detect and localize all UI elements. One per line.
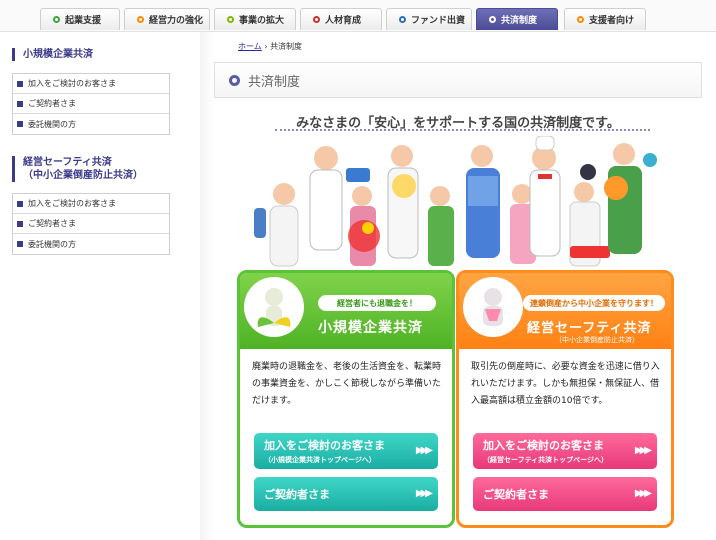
breadcrumb: ホーム › 共済制度 xyxy=(238,41,302,52)
sidebar-item-label: 加入をご検討のお客さま xyxy=(28,79,116,88)
bullet-square-icon xyxy=(17,241,23,247)
sidebar-item-label: 委託機関の方 xyxy=(28,239,76,249)
card-title: 小規模企業共済 xyxy=(318,320,423,336)
sidebar-rail xyxy=(200,32,214,540)
sidebar-list-safety: 加入をご検討のお客さま ご契約者さま 委託機関の方 xyxy=(12,193,170,255)
card-title: 経営セーフティ共済 xyxy=(527,321,652,336)
tab-jigyo-kakudai[interactable]: 事業の拡大 xyxy=(214,8,296,30)
tab-label: 人材育成 xyxy=(325,16,362,26)
card-description: 取引先の倒産時に、必要な資金を迅速に借り入れいただけます。しかも無担保・無保証人… xyxy=(471,362,660,406)
tagline-underline xyxy=(275,129,650,131)
sidebar-heading-sublabel: （中小企業倒産防止共済） xyxy=(23,170,143,181)
bullet-square-icon xyxy=(17,100,23,107)
button-label: ご契約者さま xyxy=(483,488,549,501)
worker-figure xyxy=(569,164,610,267)
tab-dot-icon xyxy=(313,16,320,23)
button-sublabel: （経営セーフティ共済トップページへ） xyxy=(483,456,609,464)
card-subtitle: （中小企業倒産防止共済） xyxy=(555,336,639,344)
card-header[interactable]: 連鎖倒産から中小企業を守ります！ 経営セーフティ共済 （中小企業倒産防止共済） xyxy=(459,273,671,349)
breadcrumb-separator: › xyxy=(264,42,268,51)
card-pill-label: 経営者にも退職金を！ xyxy=(318,295,436,311)
card-description: 廃業時の退職金を、老後の生活資金を、転業時の事業資金を、かしこく節税しながら準備… xyxy=(252,362,442,406)
sidebar-item-itaku[interactable]: 委託機関の方 xyxy=(13,234,169,254)
sidebar-item-label: 委託機関の方 xyxy=(28,119,76,129)
mascot-with-bib-icon xyxy=(463,277,523,337)
join-inquiry-button[interactable]: 加入をご検討のお客さま （小規模企業共済トップページへ） ▶▶▶ xyxy=(254,433,438,469)
sidebar-item-kanyu[interactable]: 加入をご検討のお客さま xyxy=(13,74,169,94)
tab-dot-icon xyxy=(577,16,584,23)
contractor-button[interactable]: ご契約者さま ▶▶▶ xyxy=(254,477,438,511)
top-navigation: 起業支援 経営力の強化 事業の拡大 人材育成 ファンド出資 共済制度 支援者向け xyxy=(0,0,716,32)
sidebar-item-keiyakusha[interactable]: ご契約者さま xyxy=(13,94,169,114)
tab-shiensha-muke[interactable]: 支援者向け xyxy=(564,8,646,30)
tab-jinzai-ikusei[interactable]: 人材育成 xyxy=(300,8,382,30)
tab-label: 支援者向け xyxy=(589,16,635,26)
tab-label: 事業の拡大 xyxy=(239,16,285,26)
sidebar-item-kanyu[interactable]: 加入をご検討のお客さま xyxy=(13,194,169,214)
contractor-button[interactable]: ご契約者さま ▶▶▶ xyxy=(473,477,657,511)
tab-fund-shusshi[interactable]: ファンド出資 xyxy=(386,8,472,30)
tab-dot-icon xyxy=(399,16,406,23)
tab-label: 経営力の強化 xyxy=(149,16,204,26)
card-shokibo-kyosai: 経営者にも退職金を！ 小規模企業共済 廃業時の退職金を、老後の生活資金を、転業時… xyxy=(237,270,455,528)
card-pill-label: 連鎖倒産から中小企業を守ります！ xyxy=(523,295,665,311)
join-inquiry-button[interactable]: 加入をご検討のお客さま （経営セーフティ共済トップページへ） ▶▶▶ xyxy=(473,433,657,469)
tab-dot-icon xyxy=(53,16,60,23)
bullet-square-icon xyxy=(17,200,23,207)
worker-figure xyxy=(529,136,561,257)
sidebar-item-keiyakusha[interactable]: ご契約者さま xyxy=(13,214,169,234)
sidebar-item-label: ご契約者さま xyxy=(28,99,76,108)
breadcrumb-current: 共済制度 xyxy=(270,42,303,51)
sidebar-heading-label: 小規模企業共済 xyxy=(23,49,93,60)
bullet-square-icon xyxy=(17,121,23,127)
bullet-square-icon xyxy=(17,80,23,87)
tab-dot-icon xyxy=(489,16,496,23)
breadcrumb-home-link[interactable]: ホーム xyxy=(238,42,262,51)
tab-label: ファンド出資 xyxy=(411,16,466,26)
page-title: 共済制度 xyxy=(248,74,301,90)
button-label: 加入をご検討のお客さま xyxy=(483,439,604,452)
tab-dot-icon xyxy=(137,16,144,23)
worker-figure xyxy=(387,145,419,259)
button-label: 加入をご検討のお客さま xyxy=(264,439,385,452)
sidebar-item-label: ご契約者さま xyxy=(28,219,76,228)
triple-arrow-icon: ▶▶▶ xyxy=(415,488,433,499)
ring-bullet-icon xyxy=(229,74,240,86)
card-keiei-safety-kyosai: 連鎖倒産から中小企業を守ります！ 経営セーフティ共済 （中小企業倒産防止共済） … xyxy=(456,270,674,528)
worker-figure xyxy=(466,145,500,258)
card-header[interactable]: 経営者にも退職金を！ 小規模企業共済 xyxy=(240,273,452,349)
worker-figure xyxy=(604,143,657,254)
sidebar: 小規模企業共済 加入をご検討のお客さま ご契約者さま 委託機関の方 経営セーフテ… xyxy=(0,32,214,540)
worker-figure xyxy=(428,186,454,266)
sidebar-heading-shokibo[interactable]: 小規模企業共済 xyxy=(12,48,170,61)
tab-label: 共済制度 xyxy=(501,16,538,26)
button-label: ご契約者さま xyxy=(264,488,330,501)
bullet-square-icon xyxy=(17,220,23,227)
sprout-mascot-icon xyxy=(244,277,304,337)
tab-dot-icon xyxy=(227,16,234,23)
sidebar-heading-label: 経営セーフティ共済 xyxy=(23,157,112,168)
sidebar-item-itaku[interactable]: 委託機関の方 xyxy=(13,114,169,134)
worker-figure xyxy=(254,183,299,267)
triple-arrow-icon: ▶▶▶ xyxy=(415,445,433,456)
tab-keiei-kyoka[interactable]: 経営力の強化 xyxy=(124,8,210,30)
sidebar-heading-safety[interactable]: 経営セーフティ共済 （中小企業倒産防止共済） xyxy=(12,156,170,182)
sidebar-item-label: 加入をご検討のお客さま xyxy=(28,199,116,208)
button-sublabel: （小規模企業共済トップページへ） xyxy=(264,456,376,464)
page-title-bar: 共済制度 xyxy=(214,62,702,98)
tab-kigyo-shien[interactable]: 起業支援 xyxy=(40,8,120,30)
tab-label: 起業支援 xyxy=(65,16,102,26)
triple-arrow-icon: ▶▶▶ xyxy=(634,488,652,499)
worker-figure xyxy=(348,186,380,266)
tab-kyosai-seido[interactable]: 共済制度 xyxy=(476,8,558,30)
sidebar-list-shokibo: 加入をご検討のお客さま ご契約者さま 委託機関の方 xyxy=(12,73,170,135)
triple-arrow-icon: ▶▶▶ xyxy=(634,445,652,456)
